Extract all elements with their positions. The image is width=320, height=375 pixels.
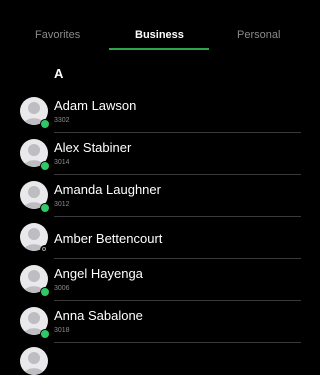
contact-tabs: Favorites Business Personal (0, 0, 301, 52)
contact-name: Anna Sabalone (54, 308, 143, 323)
contact-name: Angel Hayenga (54, 266, 143, 281)
contact-row-adam-lawson[interactable]: Adam Lawson 3302 (0, 91, 301, 133)
contact-row-amber-bettencourt[interactable]: Amber Bettencourt (0, 217, 301, 259)
contact-extension: 3006 (54, 285, 70, 292)
tab-business[interactable]: Business (135, 28, 184, 42)
green-dot-icon (40, 203, 50, 213)
contact-name: Amanda Laughner (54, 182, 161, 197)
green-dot-icon (40, 287, 50, 297)
contact-name: Alex Stabiner (54, 140, 132, 155)
contact-row-anna-sabalone[interactable]: Anna Sabalone 3018 (0, 301, 301, 343)
tab-personal[interactable]: Personal (237, 28, 280, 42)
contact-row-alex-stabiner[interactable]: Alex Stabiner 3014 (0, 133, 301, 175)
green-dot-icon (40, 161, 50, 171)
contact-extension: 3014 (54, 159, 70, 166)
contact-extension: 3302 (54, 117, 70, 124)
contact-row-partial[interactable] (0, 343, 301, 375)
hollow-circle-icon (40, 245, 50, 255)
contact-name: Adam Lawson (54, 98, 137, 113)
contact-name: Amber Bettencourt (54, 231, 163, 246)
person-placeholder-icon (20, 347, 48, 375)
contact-row-angel-hayenga[interactable]: Angel Hayenga 3006 (0, 259, 301, 301)
tab-favorites[interactable]: Favorites (35, 28, 80, 42)
green-dot-icon (40, 119, 50, 129)
section-header-letter: A (54, 66, 64, 81)
contact-extension: 3018 (54, 327, 70, 334)
active-tab-indicator (109, 48, 209, 50)
contact-list[interactable]: Adam Lawson 3302 Alex Stabiner 3014 Aman… (0, 91, 301, 375)
contact-extension: 3012 (54, 201, 70, 208)
green-dot-icon (40, 329, 50, 339)
contact-row-amanda-laughner[interactable]: Amanda Laughner 3012 (0, 175, 301, 217)
